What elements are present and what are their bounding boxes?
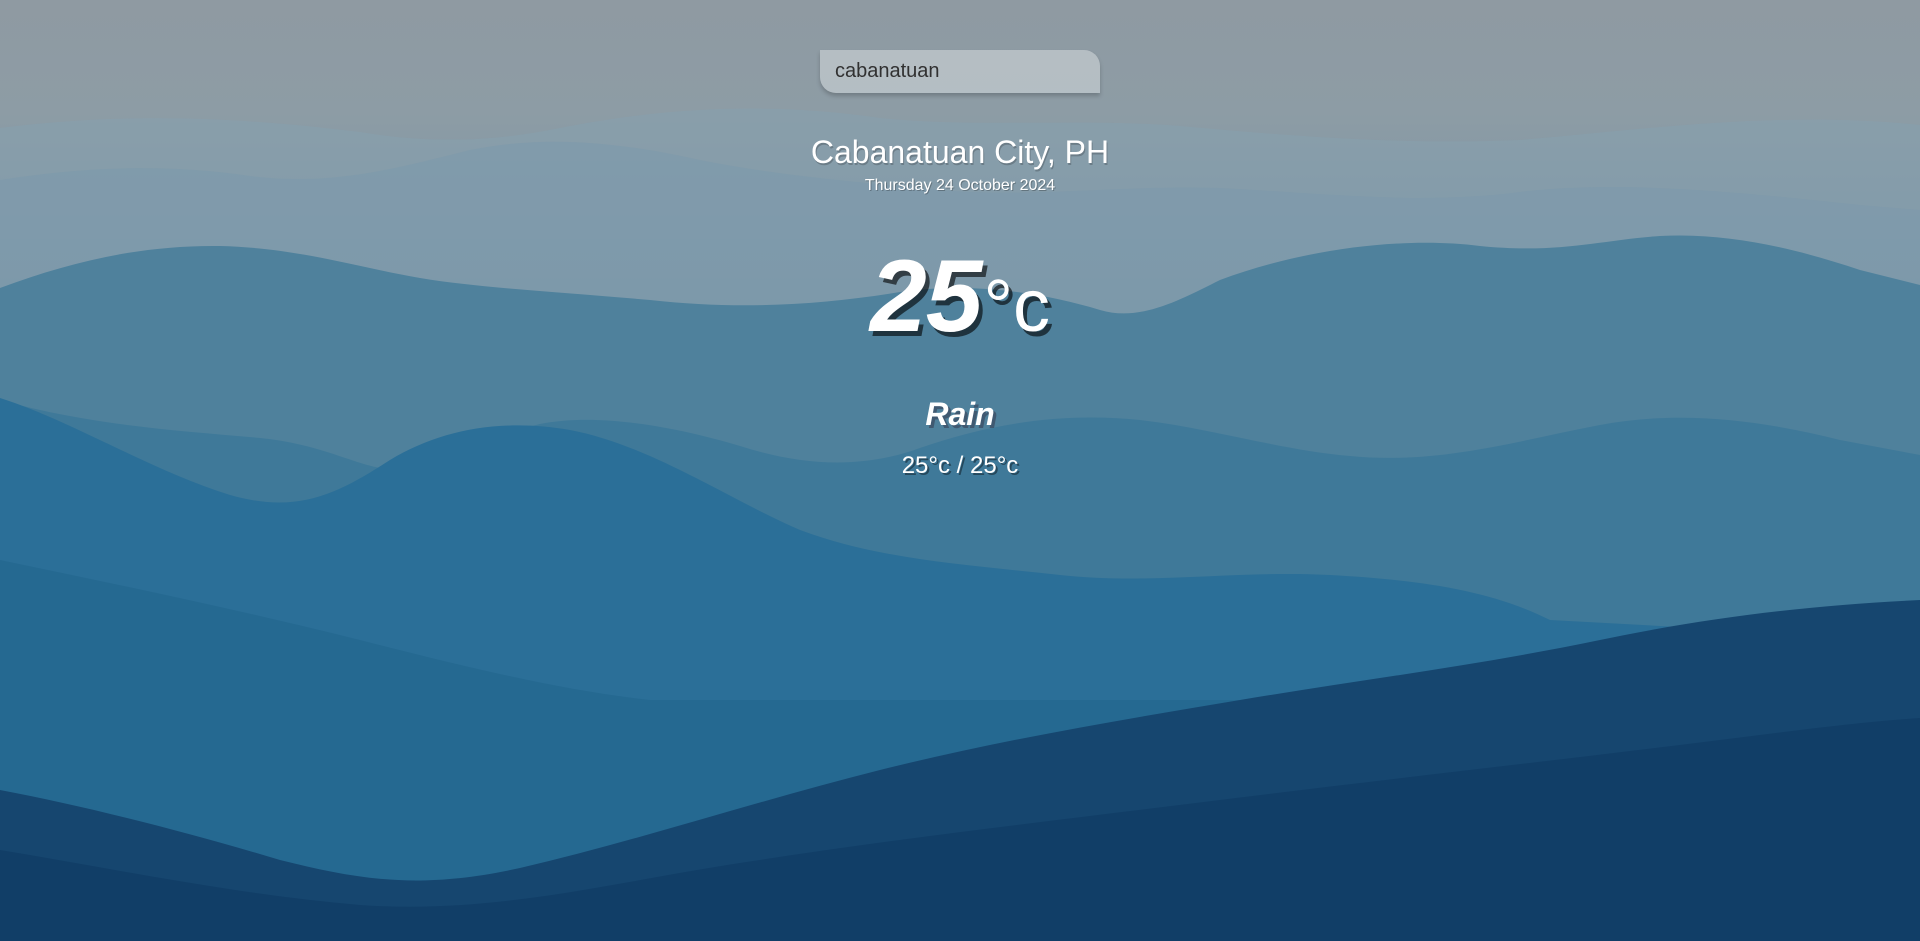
current-date: Thursday 24 October 2024 [864, 177, 1056, 194]
weather-app: Cabanatuan City, PH Thursday 24 October … [0, 0, 1920, 941]
location-city: Cabanatuan City, PH [810, 134, 1110, 170]
weather-content: Cabanatuan City, PH Thursday 24 October … [0, 0, 1920, 941]
search-input[interactable] [820, 50, 1100, 93]
temperature-unit: °c [983, 264, 1051, 347]
temperature-range: 25°c / 25°c [901, 452, 1019, 479]
temperature-display: 25°c [0, 245, 1920, 347]
weather-condition: Rain [925, 396, 995, 432]
temperature-value: 25 [869, 239, 982, 353]
